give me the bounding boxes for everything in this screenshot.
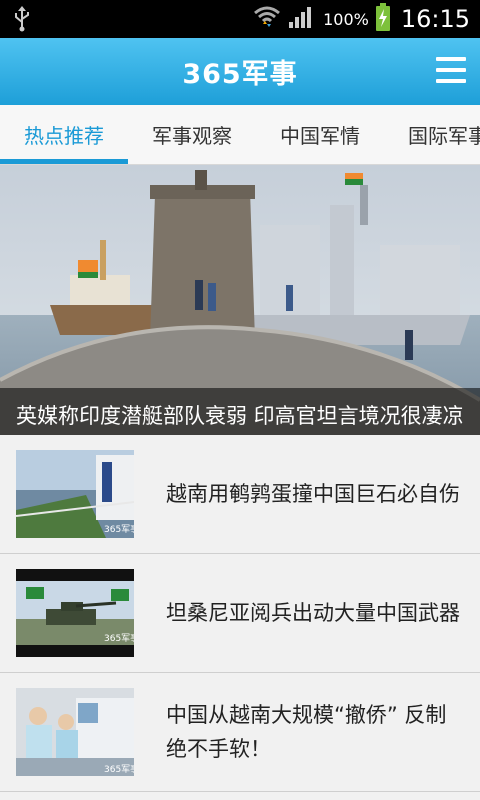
news-thumbnail: 365军事 — [16, 688, 134, 776]
battery-percent: 100% — [323, 9, 369, 29]
news-list: 365军事 越南用鹌鹑蛋撞中国巨石必自伤 365军事 坦桑尼亚阅兵出动大量中国武… — [0, 435, 480, 792]
hero-article[interactable]: 英媒称印度潜艇部队衰弱 印高官坦言境况很凄凉 — [0, 165, 480, 435]
thumb-watermark: 365军事 — [104, 763, 134, 775]
news-title: 中国从越南大规模“撤侨” 反制绝不手软！ — [166, 703, 447, 761]
news-item[interactable]: 365军事 中国从越南大规模“撤侨” 反制绝不手软！ — [0, 673, 480, 792]
category-tabs: 热点推荐 军事观察 中国军情 国际军事 — [0, 105, 480, 165]
app-header: 365军事 — [0, 38, 480, 105]
tab-military-observation[interactable]: 军事观察 — [128, 105, 256, 164]
menu-icon[interactable] — [436, 57, 466, 83]
battery-charging-icon — [375, 3, 391, 35]
news-title: 越南用鹌鹑蛋撞中国巨石必自伤 — [166, 482, 460, 506]
clock: 16:15 — [400, 5, 470, 33]
thumb-watermark: 365军事 — [104, 523, 134, 535]
news-item[interactable]: 365军事 越南用鹌鹑蛋撞中国巨石必自伤 — [0, 435, 480, 554]
news-item[interactable]: 365军事 坦桑尼亚阅兵出动大量中国武器 — [0, 554, 480, 673]
hero-caption: 英媒称印度潜艇部队衰弱 印高官坦言境况很凄凉 — [0, 388, 480, 435]
status-bar: 100% 16:15 — [0, 0, 480, 38]
tab-hot-recommend[interactable]: 热点推荐 — [0, 105, 128, 164]
news-thumbnail: 365军事 — [16, 569, 134, 657]
usb-icon — [10, 5, 34, 33]
tab-china-military[interactable]: 中国军情 — [256, 105, 384, 164]
app-title: 365军事 — [182, 59, 298, 90]
news-title: 坦桑尼亚阅兵出动大量中国武器 — [166, 601, 460, 625]
wifi-icon — [253, 4, 281, 34]
news-thumbnail: 365军事 — [16, 450, 134, 538]
tab-international-military[interactable]: 国际军事 — [384, 105, 480, 164]
signal-icon — [287, 4, 317, 34]
thumb-watermark: 365军事 — [104, 632, 134, 644]
